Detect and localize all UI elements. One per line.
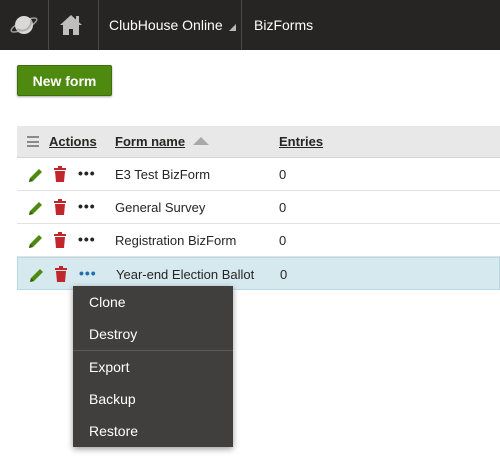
new-form-button[interactable]: New form: [17, 65, 112, 96]
header-divider: [241, 0, 242, 50]
menu-item-backup[interactable]: Backup: [73, 383, 233, 415]
breadcrumb-application[interactable]: BizForms: [254, 0, 313, 50]
home-icon[interactable]: [58, 12, 84, 38]
more-actions-icon[interactable]: •••: [79, 266, 96, 282]
delete-icon[interactable]: [54, 166, 66, 182]
column-menu-icon[interactable]: [27, 136, 39, 147]
menu-item-export[interactable]: Export: [73, 351, 233, 383]
sort-ascending-icon: [193, 137, 210, 145]
edit-icon[interactable]: [28, 167, 44, 183]
entries-cell: 0: [279, 167, 287, 182]
actions-context-menu: Clone Destroy Export Backup Restore: [73, 286, 233, 447]
delete-icon[interactable]: [55, 266, 67, 282]
entries-cell: 0: [279, 200, 287, 215]
entries-cell: 0: [280, 267, 288, 282]
more-actions-icon[interactable]: •••: [78, 232, 95, 248]
site-selector[interactable]: ClubHouse Online: [109, 0, 236, 50]
edit-icon[interactable]: [28, 200, 44, 216]
table-row[interactable]: ••• E3 Test BizForm 0: [17, 158, 500, 191]
header-divider: [98, 0, 99, 50]
table-row[interactable]: ••• Registration BizForm 0: [17, 224, 500, 257]
delete-icon[interactable]: [54, 232, 66, 248]
kentico-logo-icon[interactable]: [9, 12, 39, 38]
edit-icon[interactable]: [28, 233, 44, 249]
column-header-form-name[interactable]: Form name: [115, 126, 210, 158]
column-header-entries[interactable]: Entries: [279, 126, 323, 158]
menu-item-destroy[interactable]: Destroy: [73, 318, 233, 350]
edit-icon[interactable]: [29, 267, 45, 283]
site-name: ClubHouse Online: [109, 17, 223, 33]
form-name-cell: Registration BizForm: [115, 233, 237, 248]
header-divider: [48, 0, 49, 50]
delete-icon[interactable]: [54, 199, 66, 215]
column-header-form-name-label: Form name: [115, 134, 186, 149]
dropdown-caret-icon: [228, 24, 236, 31]
entries-cell: 0: [279, 233, 287, 248]
column-header-actions[interactable]: Actions: [49, 126, 97, 158]
grid-header: Actions Form name Entries: [17, 126, 500, 158]
application-header: ClubHouse Online BizForms: [0, 0, 500, 50]
more-actions-icon[interactable]: •••: [78, 166, 95, 182]
form-name-cell: E3 Test BizForm: [115, 167, 211, 182]
menu-item-restore[interactable]: Restore: [73, 415, 233, 447]
table-row[interactable]: ••• General Survey 0: [17, 191, 500, 224]
more-actions-icon[interactable]: •••: [78, 199, 95, 215]
form-name-cell: General Survey: [115, 200, 206, 215]
menu-item-clone[interactable]: Clone: [73, 286, 233, 318]
